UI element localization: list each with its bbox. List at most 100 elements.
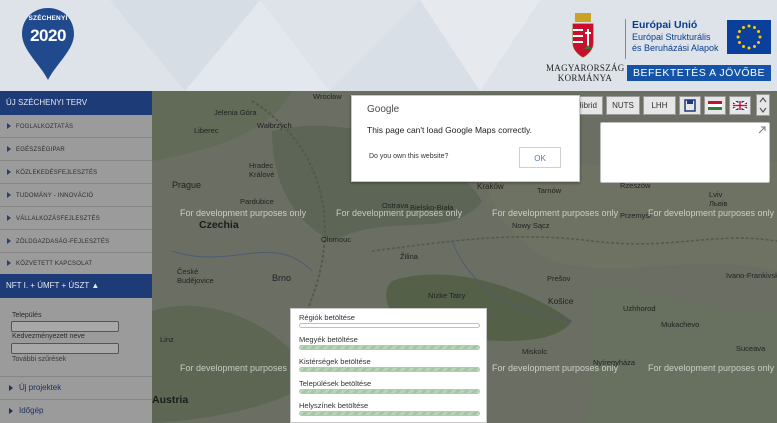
settlement-label: Település <box>12 312 42 319</box>
map-place-label: Olomouc <box>321 235 352 244</box>
sidebar-item-label: TUDOMÁNY - INNOVÁCIÓ <box>16 193 94 199</box>
loading-label: Helyszínek betöltése <box>299 401 369 410</box>
dev-watermark: For development purposes only <box>648 208 775 218</box>
eu-divider <box>625 19 626 59</box>
fullscreen-icon[interactable] <box>756 94 770 116</box>
sidebar-item-foglalkoztatas[interactable]: FOGLALKOZTATÁS <box>0 116 152 138</box>
map-place-label: Miskolc <box>522 347 548 356</box>
sidebar-item-egeszsegipar[interactable]: EGÉSZSÉGIPAR <box>0 139 152 161</box>
error-message: This page can't load Google Maps correct… <box>367 125 532 135</box>
nuts-button[interactable]: NUTS <box>606 96 640 115</box>
loading-progress-bar <box>299 389 480 394</box>
map-place-label: Hradec Králové <box>249 161 275 179</box>
dev-watermark: For development purposes only <box>336 208 463 218</box>
loading-progress-bar <box>299 367 480 372</box>
logo-year-text: 2020 <box>30 26 66 45</box>
map-place-label: Kraków <box>477 182 504 191</box>
eu-line-3: és Beruházási Alapok <box>632 43 719 53</box>
map-place-label: Mukachevo <box>661 320 700 329</box>
map-place-label: Košice <box>548 296 574 306</box>
chevron-right-icon <box>7 123 11 130</box>
lhh-button[interactable]: LHH <box>643 96 676 115</box>
loading-panel: Régiók betöltése Megyék betöltése Kistér… <box>290 308 487 423</box>
chevron-right-icon <box>9 407 13 414</box>
sidebar-item-label: KÖZLEKEDÉSFEJLESZTÉS <box>16 170 98 176</box>
map-place-label: Linz <box>160 335 174 344</box>
dev-watermark: For development purposes only <box>648 363 775 373</box>
site-header: SZÉCHENYI 2020 MAGYARORSZÁG KORMÁNYA Eur… <box>0 0 777 91</box>
loading-progress-bar <box>299 345 480 350</box>
hungarian-flag-icon[interactable] <box>704 96 726 115</box>
map-place-label: Suceava <box>736 344 766 353</box>
sidebar-item-tudomany[interactable]: TUDOMÁNY - INNOVÁCIÓ <box>0 185 152 207</box>
sidebar-item-vallalkozas[interactable]: VÁLLALKOZÁSFEJLESZTÉS <box>0 208 152 230</box>
save-icon[interactable] <box>679 96 701 115</box>
map-place-label: Wałbrzych <box>257 121 292 130</box>
own-website-question[interactable]: Do you own this website? <box>369 153 448 160</box>
map-place-label: Ivano-Frankivsk <box>726 271 777 280</box>
logo-top-text: SZÉCHENYI <box>28 15 68 22</box>
map-place-label: Nowy Sącz <box>512 221 550 230</box>
map-place-label: Prešov <box>547 274 571 283</box>
ok-button[interactable]: OK <box>519 147 561 168</box>
map-place-label: Czechia <box>199 219 239 231</box>
eu-flag-icon <box>727 20 771 54</box>
eu-line-2: Európai Strukturális <box>632 31 711 42</box>
sidebar-item-label: ZÖLDGAZDASÁG-FEJLESZTÉS <box>16 239 110 245</box>
sidebar-title[interactable]: ÚJ SZÉCHENYI TERV <box>0 91 152 115</box>
map-place-label: Tarnów <box>537 186 562 195</box>
loading-progress-fill <box>300 368 479 371</box>
loading-label: Megyék betöltése <box>299 335 358 344</box>
map-place-label: Львів <box>709 199 728 208</box>
map-place-label: Nízke Tatry <box>428 291 466 300</box>
map-place-label: Przemyśl <box>620 211 651 220</box>
google-brand: Google <box>367 104 400 115</box>
beneficiary-input[interactable] <box>11 343 119 354</box>
more-filters-link[interactable]: További szűrések <box>12 356 66 363</box>
time-machine-item[interactable]: Időgép <box>0 399 152 421</box>
map-place-label: České Budějovice <box>177 267 214 285</box>
eu-funding-text: Európai Unió Európai Strukturális és Ber… <box>632 19 719 55</box>
chevron-right-icon <box>7 260 11 267</box>
gov-line-1: MAGYARORSZÁG <box>546 63 625 73</box>
info-panel <box>600 122 770 183</box>
dev-watermark: For development purposes only <box>180 208 307 218</box>
maps-error-dialog: Google This page can't load Google Maps … <box>351 95 580 182</box>
sidebar-item-zoldgazdasag[interactable]: ZÖLDGAZDASÁG-FEJLESZTÉS <box>0 231 152 253</box>
hungarian-government-label: MAGYARORSZÁG KORMÁNYA <box>546 63 624 83</box>
loading-progress-fill <box>300 390 479 393</box>
dev-watermark: For development purposes only <box>492 363 619 373</box>
eu-line-1: Európai Unió <box>632 19 698 31</box>
sidebar-item-kozlekedes[interactable]: KÖZLEKEDÉSFEJLESZTÉS <box>0 162 152 184</box>
sidebar-item-label: FOGLALKOZTATÁS <box>16 124 74 130</box>
chevron-right-icon <box>7 215 11 222</box>
map-place-label: Jelenia Góra <box>214 108 257 117</box>
hungarian-crest-icon <box>572 13 594 58</box>
loading-label: Települések betöltése <box>299 379 372 388</box>
map-place-label: Lviv <box>709 190 723 199</box>
chevron-right-icon <box>9 384 13 391</box>
map-place-label: Prague <box>172 180 202 190</box>
nft-section-toggle[interactable]: NFT I. + ÚMFT + ÚSZT ▲ <box>0 274 152 298</box>
map-place-label: Uzhhorod <box>623 304 656 313</box>
dev-watermark: For development purposes only <box>180 363 307 373</box>
loading-progress-bar <box>299 323 480 328</box>
beneficiary-label: Kedvezményezett neve <box>12 333 85 340</box>
expand-icon[interactable] <box>758 126 766 134</box>
sub-item-label: Új projektek <box>19 383 62 392</box>
new-projects-item[interactable]: Új projektek <box>0 376 152 398</box>
chevron-right-icon <box>7 238 11 245</box>
map-place-label: Austria <box>152 394 189 406</box>
sidebar-item-label: KÖZVETETT KAPCSOLAT <box>16 261 93 267</box>
gov-line-2: KORMÁNYA <box>557 73 613 83</box>
loading-label: Kistérségek betöltése <box>299 357 371 366</box>
map-place-label: Liberec <box>194 126 219 135</box>
settlement-input[interactable] <box>11 321 119 332</box>
sidebar-item-label: EGÉSZSÉGIPAR <box>16 147 65 153</box>
chevron-right-icon <box>7 169 11 176</box>
map-place-label: Žilina <box>400 252 418 261</box>
dev-watermark: For development purposes only <box>492 208 619 218</box>
uk-flag-icon[interactable] <box>729 96 751 115</box>
sidebar-item-kozvetett[interactable]: KÖZVETETT KAPCSOLAT <box>0 253 152 275</box>
szechenyi-2020-logo[interactable]: SZÉCHENYI 2020 <box>20 6 76 82</box>
